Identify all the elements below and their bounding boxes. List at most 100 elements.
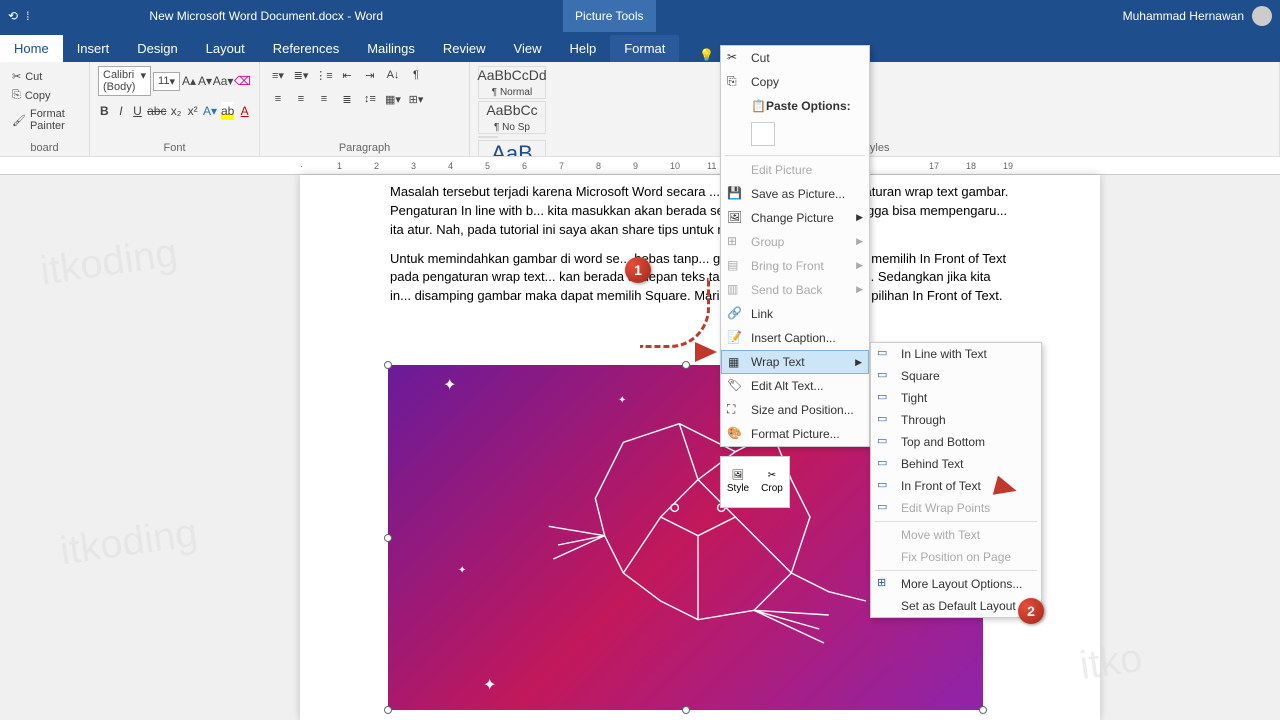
show-marks-button[interactable]: ¶ (406, 66, 426, 84)
text-effects-button[interactable]: A▾ (203, 102, 217, 120)
wrap-tight[interactable]: ▭Tight (871, 387, 1041, 409)
bullets-button[interactable]: ≡▾ (268, 66, 288, 84)
subscript-button[interactable]: x₂ (170, 102, 183, 120)
align-right-button[interactable]: ≡ (314, 90, 334, 108)
align-center-button[interactable]: ≡ (291, 90, 311, 108)
change-case-button[interactable]: Aa▾ (214, 72, 232, 90)
wrap-set-default[interactable]: Set as Default Layout (871, 595, 1041, 617)
picture-tools-tab[interactable]: Picture Tools (563, 0, 655, 32)
wrap-through[interactable]: ▭Through (871, 409, 1041, 431)
qat-dropdown[interactable]: ⁞ (26, 9, 29, 23)
highlight-button[interactable]: ab (221, 102, 234, 120)
resize-handle-br[interactable] (979, 706, 987, 714)
wrap-top-bottom[interactable]: ▭Top and Bottom (871, 431, 1041, 453)
ctx-copy[interactable]: ⎘Copy (721, 70, 869, 94)
tab-help[interactable]: Help (555, 35, 610, 62)
tab-references[interactable]: References (259, 35, 353, 62)
ctx-size-position[interactable]: ⛶Size and Position... (721, 398, 869, 422)
style-hidden[interactable] (478, 136, 498, 138)
ctx-insert-caption[interactable]: 📝Insert Caption... (721, 326, 869, 350)
bold-button[interactable]: B (98, 102, 111, 120)
ctx-link[interactable]: 🔗Link (721, 302, 869, 326)
font-color-button[interactable]: A (238, 102, 251, 120)
paragraph-1[interactable]: Masalah tersebut terjadi karena Microsof… (390, 183, 1010, 240)
chevron-down-icon: ▾ (140, 69, 146, 93)
copy-button[interactable]: ⎘Copy (8, 87, 81, 104)
font-group: Calibri (Body)▾ 11▾ A▴ A▾ Aa▾ ⌫ B I U ab… (90, 62, 260, 156)
ctx-edit-alt-text[interactable]: 🏷Edit Alt Text... (721, 374, 869, 398)
ctx-wrap-text[interactable]: ▦Wrap Text▶ (721, 350, 869, 374)
ctx-send-back: ▥Send to Back▶ (721, 278, 869, 302)
underline-button[interactable]: U (131, 102, 144, 120)
style-normal[interactable]: AaBbCcDd¶ Normal (478, 66, 546, 99)
wrap-behind[interactable]: ▭Behind Text (871, 453, 1041, 475)
font-size-combo[interactable]: 11▾ (153, 72, 180, 91)
ruler[interactable]: ·123456789101112171819 (0, 157, 1280, 175)
tab-format[interactable]: Format (610, 35, 679, 62)
chevron-down-icon: ▾ (169, 75, 175, 88)
scissors-icon: ✂ (12, 70, 21, 83)
paste-keep-source-icon (751, 122, 775, 146)
save-icon: 💾 (727, 186, 743, 202)
resize-handle-bl[interactable] (384, 706, 392, 714)
numbering-button[interactable]: ≣▾ (291, 66, 311, 84)
decrease-indent-button[interactable]: ⇤ (337, 66, 357, 84)
separator (725, 155, 865, 156)
resize-handle-l[interactable] (384, 534, 392, 542)
styles-group: AaBbCcDd¶ Normal AaBbCc¶ No Sp AaBTitle … (470, 62, 1280, 156)
tab-view[interactable]: View (500, 35, 556, 62)
separator (875, 570, 1037, 571)
style-nospacing[interactable]: AaBbCc¶ No Sp (478, 101, 546, 134)
tab-mailings[interactable]: Mailings (353, 35, 429, 62)
sort-button[interactable]: A↓ (383, 66, 403, 84)
line-spacing-button[interactable]: ↕≡ (360, 90, 380, 108)
format-painter-button[interactable]: 🖌Format Painter (8, 106, 81, 134)
justify-button[interactable]: ≣ (337, 90, 357, 108)
context-menu: ✂Cut ⎘Copy 📋Paste Options: Edit Picture … (720, 45, 870, 447)
ctx-save-as-picture[interactable]: 💾Save as Picture... (721, 182, 869, 206)
borders-button[interactable]: ⊞▾ (406, 90, 426, 108)
resize-handle-tl[interactable] (384, 361, 392, 369)
resize-handle-t[interactable] (682, 361, 690, 369)
format-icon: 🎨 (727, 426, 743, 442)
tab-home[interactable]: Home (0, 35, 63, 62)
multilevel-button[interactable]: ⋮≡ (314, 66, 334, 84)
send-back-icon: ▥ (727, 282, 743, 298)
tab-layout[interactable]: Layout (192, 35, 259, 62)
wrap-square[interactable]: ▭Square (871, 365, 1041, 387)
ctx-change-picture[interactable]: 🖼Change Picture▶ (721, 206, 869, 230)
shading-button[interactable]: ▦▾ (383, 90, 403, 108)
crop-button[interactable]: ✂Crop (755, 457, 789, 507)
cut-button[interactable]: ✂Cut (8, 68, 81, 85)
tab-insert[interactable]: Insert (63, 35, 124, 62)
ctx-paste-option[interactable] (721, 118, 869, 153)
wrap-inline[interactable]: ▭In Line with Text (871, 343, 1041, 365)
ctx-bring-front: ▤Bring to Front▶ (721, 254, 869, 278)
tab-review[interactable]: Review (429, 35, 500, 62)
paragraph-label: Paragraph (260, 142, 469, 154)
align-left-button[interactable]: ≡ (268, 90, 288, 108)
resize-handle-b[interactable] (682, 706, 690, 714)
ctx-cut[interactable]: ✂Cut (721, 46, 869, 70)
font-name-combo[interactable]: Calibri (Body)▾ (98, 66, 151, 96)
grow-font-button[interactable]: A▴ (182, 72, 196, 90)
ribbon: ✂Cut ⎘Copy 🖌Format Painter board Calibri… (0, 62, 1280, 157)
annotation-badge-1: 1 (625, 257, 651, 283)
style-button[interactable]: 🖼Style (721, 457, 755, 507)
autosave-icon[interactable]: ⟲ (8, 9, 18, 23)
shrink-font-button[interactable]: A▾ (198, 72, 212, 90)
wrap-topbottom-icon: ▭ (877, 434, 893, 450)
clipboard-label: board (0, 142, 89, 154)
wrap-edit-points: ▭Edit Wrap Points (871, 497, 1041, 519)
increase-indent-button[interactable]: ⇥ (360, 66, 380, 84)
italic-button[interactable]: I (115, 102, 128, 120)
ctx-format-picture[interactable]: 🎨Format Picture... (721, 422, 869, 446)
avatar[interactable] (1252, 6, 1272, 26)
superscript-button[interactable]: x² (186, 102, 199, 120)
crop-icon: ✂ (768, 470, 776, 481)
strike-button[interactable]: abc (148, 102, 166, 120)
user-name[interactable]: Muhammad Hernawan (1123, 9, 1244, 23)
tab-design[interactable]: Design (123, 35, 191, 62)
clear-format-button[interactable]: ⌫ (234, 72, 251, 90)
wrap-more-options[interactable]: ⊞More Layout Options... (871, 573, 1041, 595)
